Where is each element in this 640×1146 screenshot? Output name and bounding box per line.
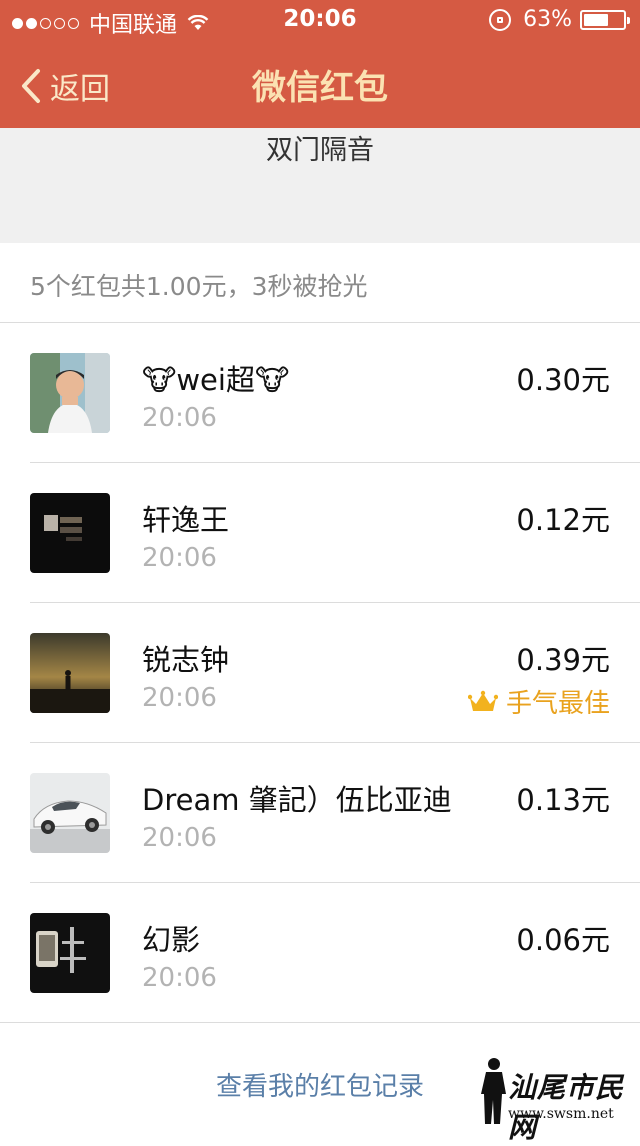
- amount: 0.39元: [516, 643, 610, 677]
- header: 中国联通 20:06 63% 返回 微信红包: [0, 0, 640, 128]
- user-name: 🐮wei超🐮: [142, 363, 290, 397]
- amount: 0.13元: [516, 783, 610, 817]
- divider: [0, 1022, 640, 1023]
- navigation-bar: 返回 微信红包: [0, 40, 640, 128]
- avatar: [30, 353, 110, 433]
- summary-text: 5个红包共1.00元，3秒被抢光: [30, 272, 368, 301]
- grab-time: 20:06: [142, 683, 217, 713]
- summary-bar: 5个红包共1.00元，3秒被抢光: [0, 243, 640, 323]
- grab-time: 20:06: [142, 403, 217, 433]
- watermark-url: www.swsm.net: [508, 1106, 614, 1122]
- user-name: 轩逸王: [142, 503, 230, 537]
- avatar: [30, 493, 110, 573]
- avatar: [30, 913, 110, 993]
- status-bar: 中国联通 20:06 63%: [0, 0, 640, 40]
- grab-time: 20:06: [142, 963, 217, 993]
- list-item[interactable]: Dream 肇記）伍比亚迪 20:06 0.13元: [0, 743, 640, 883]
- amount: 0.30元: [516, 363, 610, 397]
- rotation-lock-icon: [489, 8, 512, 31]
- user-name: 幻影: [142, 923, 201, 957]
- user-name: 锐志钟: [142, 643, 230, 677]
- list-item[interactable]: 幻影 20:06 0.06元: [0, 883, 640, 1023]
- battery-percent: 63%: [523, 7, 572, 32]
- best-luck-label: 手气最佳: [505, 689, 610, 719]
- sender-name: 双门隔音: [266, 135, 374, 166]
- records-list: 🐮wei超🐮 20:06 0.30元 轩逸王 20:06 0.12元 锐志钟 2…: [0, 323, 640, 1023]
- list-item[interactable]: 🐮wei超🐮 20:06 0.30元: [0, 323, 640, 463]
- sender-area: 双门隔音: [0, 128, 640, 243]
- crown-icon: [467, 690, 498, 711]
- grab-time: 20:06: [142, 543, 217, 573]
- page-title: 微信红包: [252, 68, 388, 108]
- list-item[interactable]: 轩逸王 20:06 0.12元: [0, 463, 640, 603]
- user-name: Dream 肇記）伍比亚迪: [142, 783, 452, 817]
- watermark-logo: 汕尾市民网 www.swsm.net: [472, 1054, 632, 1144]
- avatar: [30, 773, 110, 853]
- best-luck-badge: 手气最佳: [467, 683, 610, 720]
- grab-time: 20:06: [142, 823, 217, 853]
- avatar: [30, 633, 110, 713]
- amount: 0.12元: [516, 503, 610, 537]
- battery-icon: [580, 9, 630, 30]
- list-item[interactable]: 锐志钟 20:06 0.39元 手气最佳: [0, 603, 640, 743]
- amount: 0.06元: [516, 923, 610, 957]
